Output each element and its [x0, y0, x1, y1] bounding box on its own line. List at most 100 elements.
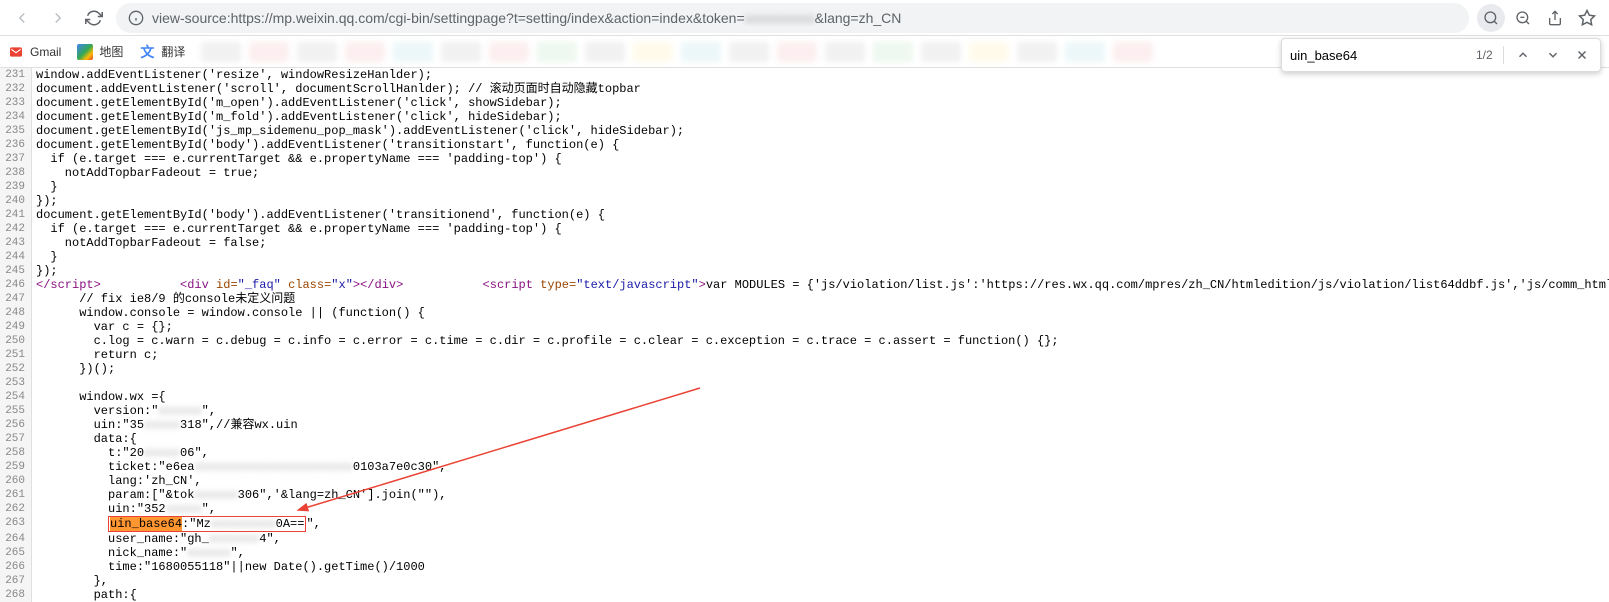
line-content: lang:'zh_CN', — [32, 474, 202, 488]
line-content: })(); — [32, 362, 115, 376]
source-line: 239 } — [0, 180, 1609, 194]
forward-button[interactable] — [44, 4, 72, 32]
source-line: 242 if (e.target === e.currentTarget && … — [0, 222, 1609, 236]
source-line: 241document.getElementById('body').addEv… — [0, 208, 1609, 222]
line-content: }, — [32, 574, 108, 588]
source-line: 253 — [0, 376, 1609, 390]
line-number: 265 — [0, 546, 32, 560]
line-content: path:{ — [32, 588, 137, 602]
source-view[interactable]: 231window.addEventListener('resize', win… — [0, 68, 1609, 602]
line-content: data:{ — [32, 432, 137, 446]
line-number: 237 — [0, 152, 32, 166]
line-number: 236 — [0, 138, 32, 152]
line-number: 248 — [0, 306, 32, 320]
line-content: param:["&tokxxxxxx306",'&lang=zh_CN'].jo… — [32, 488, 447, 502]
url-bar[interactable]: view-source:https://mp.weixin.qq.com/cgi… — [116, 3, 1469, 33]
line-number: 260 — [0, 474, 32, 488]
line-number: 242 — [0, 222, 32, 236]
star-icon[interactable] — [1573, 4, 1601, 32]
find-next-button[interactable] — [1543, 45, 1562, 65]
source-line: 259 ticket:"e6eaxxxxxxxxxxxxxxxxxxxxxx01… — [0, 460, 1609, 474]
source-line: 261 param:["&tokxxxxxx306",'&lang=zh_CN'… — [0, 488, 1609, 502]
toolbar-right — [1477, 4, 1601, 32]
divider — [1503, 46, 1504, 64]
source-line: 246 </script​> <div id="_faq" class="x">… — [0, 278, 1609, 292]
line-number: 238 — [0, 166, 32, 180]
line-number: 247 — [0, 292, 32, 306]
back-button[interactable] — [8, 4, 36, 32]
line-number: 233 — [0, 96, 32, 110]
url-text: view-source:https://mp.weixin.qq.com/cgi… — [152, 10, 1457, 26]
zoom-indicator[interactable] — [1477, 4, 1505, 32]
line-content: window.addEventListener('resize', window… — [32, 68, 432, 82]
line-number: 231 — [0, 68, 32, 82]
line-content: document.getElementById('m_open').addEve… — [32, 96, 562, 110]
line-content — [32, 376, 36, 390]
line-content: version:"xxxxxx", — [32, 404, 216, 418]
line-content: return c; — [32, 348, 158, 362]
gmail-icon — [8, 44, 24, 60]
source-line: 267 }, — [0, 574, 1609, 588]
line-number: 258 — [0, 446, 32, 460]
find-close-button[interactable] — [1573, 45, 1592, 65]
reload-button[interactable] — [80, 4, 108, 32]
line-number: 255 — [0, 404, 32, 418]
line-content: uin_base64:"Mzxxxxxxxxx0A==", — [32, 516, 321, 532]
line-number: 234 — [0, 110, 32, 124]
info-icon — [128, 10, 144, 26]
find-prev-button[interactable] — [1514, 45, 1533, 65]
source-line: 251 return c; — [0, 348, 1609, 362]
line-number: 267 — [0, 574, 32, 588]
source-line: 238 notAddTopbarFadeout = true; — [0, 166, 1609, 180]
line-number: 232 — [0, 82, 32, 96]
line-content: user_name:"gh_xxxxxxx4", — [32, 532, 281, 546]
line-content: uin:"35xxxxx318",//兼容wx.uin — [32, 418, 298, 432]
line-number: 241 — [0, 208, 32, 222]
bookmark-label: 翻译 — [161, 43, 185, 60]
share-icon[interactable] — [1541, 4, 1569, 32]
line-number: 264 — [0, 532, 32, 546]
source-line: 252 })(); — [0, 362, 1609, 376]
source-line: 245}); — [0, 264, 1609, 278]
find-bar: 1/2 — [1281, 38, 1601, 72]
source-line: 268 path:{ — [0, 588, 1609, 602]
line-content: notAddTopbarFadeout = false; — [32, 236, 266, 250]
find-input[interactable] — [1290, 48, 1466, 63]
bookmark-map[interactable]: 地图 — [77, 43, 123, 60]
line-content: c.log = c.warn = c.debug = c.info = c.er… — [32, 334, 1059, 348]
line-number: 246 — [0, 278, 32, 292]
source-line: 235document.getElementById('js_mp_sideme… — [0, 124, 1609, 138]
line-number: 249 — [0, 320, 32, 334]
line-number: 263 — [0, 516, 32, 532]
bookmark-translate[interactable]: 文 翻译 — [139, 43, 185, 60]
line-content: </script​> <div id="_faq" class="x"></di… — [32, 278, 1609, 292]
line-number: 268 — [0, 588, 32, 602]
source-line: 250 c.log = c.warn = c.debug = c.info = … — [0, 334, 1609, 348]
line-number: 259 — [0, 460, 32, 474]
source-line: 265 nick_name:"xxxxxx", — [0, 546, 1609, 560]
line-content: if (e.target === e.currentTarget && e.pr… — [32, 152, 562, 166]
bookmark-gmail[interactable]: Gmail — [8, 44, 61, 60]
line-content: window.console = window.console || (func… — [32, 306, 425, 320]
line-number: 240 — [0, 194, 32, 208]
source-line: 255 version:"xxxxxx", — [0, 404, 1609, 418]
source-line: 258 t:"20xxxxx06", — [0, 446, 1609, 460]
line-content: document.addEventListener('scroll', docu… — [32, 82, 641, 96]
line-content: notAddTopbarFadeout = true; — [32, 166, 259, 180]
source-line: 232document.addEventListener('scroll', d… — [0, 82, 1609, 96]
line-number: 235 — [0, 124, 32, 138]
zoom-out-icon[interactable] — [1509, 4, 1537, 32]
line-number: 266 — [0, 560, 32, 574]
line-content: var c = {}; — [32, 320, 173, 334]
bookmark-label: 地图 — [99, 43, 123, 60]
bookmark-label: Gmail — [30, 45, 61, 59]
line-content: time:"1680055118"||new Date().getTime()/… — [32, 560, 425, 574]
line-number: 256 — [0, 418, 32, 432]
line-number: 252 — [0, 362, 32, 376]
line-number: 262 — [0, 502, 32, 516]
line-content: document.getElementById('js_mp_sidemenu_… — [32, 124, 684, 138]
line-number: 239 — [0, 180, 32, 194]
line-content: document.getElementById('m_fold').addEve… — [32, 110, 562, 124]
source-line: 256 uin:"35xxxxx318",//兼容wx.uin — [0, 418, 1609, 432]
find-count: 1/2 — [1476, 48, 1493, 62]
